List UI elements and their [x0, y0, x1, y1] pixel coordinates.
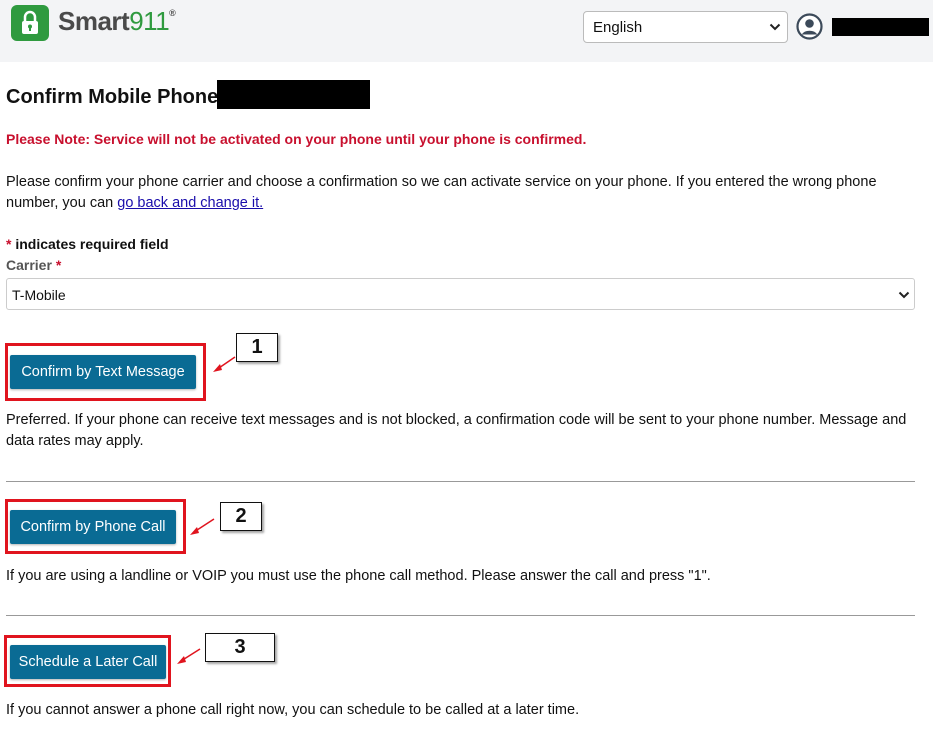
carrier-select-value: T-Mobile	[12, 287, 66, 303]
brand-logo[interactable]: Smart911®	[58, 6, 176, 37]
divider	[6, 481, 915, 482]
lock-icon	[11, 5, 49, 41]
schedule-later-call-button[interactable]: Schedule a Later Call	[10, 645, 166, 679]
service-note: Please Note: Service will not be activat…	[6, 131, 587, 147]
callout-2: 2	[220, 502, 262, 531]
arrow-icon	[190, 518, 215, 535]
redacted-username	[832, 18, 929, 36]
go-back-link[interactable]: go back and change it.	[117, 195, 263, 211]
carrier-select[interactable]: T-Mobile	[6, 278, 915, 310]
user-circle-icon[interactable]	[796, 13, 823, 40]
confirm-phone-call-button[interactable]: Confirm by Phone Call	[10, 510, 176, 544]
required-field-hint: * indicates required field	[6, 236, 169, 252]
chevron-down-icon	[769, 23, 781, 31]
text-message-description: Preferred. If your phone can receive tex…	[6, 412, 907, 449]
chevron-down-icon	[898, 291, 910, 299]
intro-text: Please confirm your phone carrier and ch…	[6, 174, 877, 211]
callout-1: 1	[236, 333, 278, 362]
confirm-text-message-button[interactable]: Confirm by Text Message	[10, 355, 196, 389]
callout-3: 3	[205, 633, 275, 662]
phone-call-description: If you are using a landline or VOIP you …	[6, 568, 711, 584]
language-select[interactable]: English	[583, 11, 788, 43]
divider	[6, 615, 915, 616]
later-call-description: If you cannot answer a phone call right …	[6, 702, 580, 718]
arrow-icon	[177, 648, 201, 664]
top-bar: Smart911® English	[0, 0, 933, 62]
carrier-label: Carrier *	[6, 257, 62, 273]
language-select-value: English	[593, 19, 643, 36]
page-title: Confirm Mobile Phone	[6, 86, 219, 108]
redacted-phone-number	[217, 80, 370, 109]
